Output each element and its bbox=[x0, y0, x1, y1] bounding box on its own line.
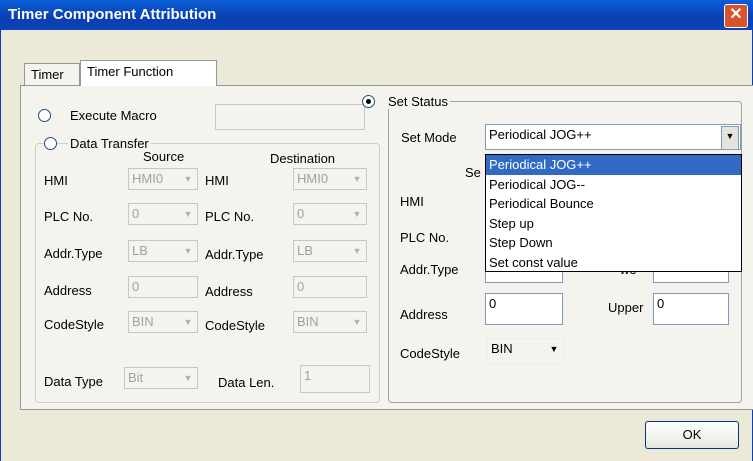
status-addr-type-label: Addr.Type bbox=[400, 262, 459, 277]
chevron-down-icon: ▼ bbox=[183, 174, 193, 184]
set-status-radio[interactable] bbox=[362, 95, 375, 108]
chevron-down-icon: ▼ bbox=[183, 246, 193, 256]
chevron-down-icon: ▼ bbox=[352, 246, 362, 256]
source-addr-type-label: Addr.Type bbox=[44, 246, 103, 261]
status-address-input[interactable]: 0 bbox=[485, 293, 563, 325]
status-address-value: 0 bbox=[489, 296, 497, 311]
source-hmi-select[interactable]: HMI0 ▼ bbox=[128, 168, 198, 190]
tab-timer-label: Timer bbox=[31, 67, 64, 82]
source-plc-label: PLC No. bbox=[44, 209, 94, 224]
tab-timer-function[interactable]: Timer Function bbox=[80, 60, 217, 86]
upper-value: 0 bbox=[657, 296, 665, 311]
chevron-down-icon: ▼ bbox=[721, 126, 739, 150]
dropdown-option[interactable]: Periodical Bounce bbox=[486, 194, 741, 214]
chevron-down-icon: ▼ bbox=[183, 209, 193, 219]
se-label: Se bbox=[465, 165, 481, 180]
tab-timer-function-label: Timer Function bbox=[87, 64, 174, 79]
destination-addr-type-label: Addr.Type bbox=[205, 247, 264, 262]
chevron-down-icon: ▼ bbox=[352, 317, 362, 327]
dropdown-option[interactable]: Periodical JOG-- bbox=[486, 175, 741, 195]
source-codestyle-value: BIN bbox=[132, 314, 154, 329]
set-mode-select[interactable]: Periodical JOG++ ▼ bbox=[485, 124, 741, 150]
status-codestyle-select[interactable]: BIN ▼ bbox=[487, 338, 564, 364]
close-button[interactable]: ✕ bbox=[724, 4, 748, 28]
status-address-label: Address bbox=[400, 307, 448, 322]
destination-codestyle-select[interactable]: BIN ▼ bbox=[293, 311, 367, 333]
data-len-value: 1 bbox=[304, 368, 312, 383]
dropdown-option[interactable]: Set const value bbox=[486, 253, 741, 273]
destination-address-value: 0 bbox=[297, 279, 305, 294]
destination-plc-label: PLC No. bbox=[205, 209, 255, 224]
set-mode-label: Set Mode bbox=[401, 130, 457, 145]
ok-button[interactable]: OK bbox=[645, 421, 739, 449]
destination-header: Destination bbox=[270, 151, 336, 166]
close-icon: ✕ bbox=[729, 6, 743, 23]
source-address-input[interactable]: 0 bbox=[128, 276, 198, 298]
source-header: Source bbox=[143, 149, 185, 164]
destination-hmi-label: HMI bbox=[205, 173, 229, 188]
ok-button-label: OK bbox=[682, 427, 702, 442]
data-type-select[interactable]: Bit ▼ bbox=[124, 367, 198, 389]
tab-timer[interactable]: Timer bbox=[24, 63, 80, 85]
source-address-label: Address bbox=[44, 283, 92, 298]
execute-macro-label: Execute Macro bbox=[70, 108, 157, 123]
data-type-value: Bit bbox=[128, 370, 144, 385]
source-codestyle-select[interactable]: BIN ▼ bbox=[128, 311, 198, 333]
chevron-down-icon: ▼ bbox=[183, 373, 193, 383]
destination-hmi-value: HMI0 bbox=[297, 171, 329, 186]
data-len-input[interactable]: 1 bbox=[300, 365, 370, 393]
dropdown-option[interactable]: Step up bbox=[486, 214, 741, 234]
chevron-down-icon: ▼ bbox=[352, 209, 362, 219]
source-addr-type-value: LB bbox=[132, 243, 148, 258]
status-hmi-label: HMI bbox=[400, 194, 424, 209]
execute-macro-radio[interactable] bbox=[38, 109, 51, 122]
destination-hmi-select[interactable]: HMI0 ▼ bbox=[293, 168, 367, 190]
set-mode-dropdown-list: Periodical JOG++ Periodical JOG-- Period… bbox=[485, 154, 742, 272]
status-codestyle-label: CodeStyle bbox=[400, 346, 460, 361]
destination-addr-type-select[interactable]: LB ▼ bbox=[293, 240, 367, 262]
chevron-down-icon: ▼ bbox=[352, 174, 362, 184]
source-codestyle-label: CodeStyle bbox=[44, 317, 104, 332]
data-transfer-label: Data Transfer bbox=[68, 136, 151, 151]
dropdown-option[interactable]: Step Down bbox=[486, 233, 741, 253]
source-plc-value: 0 bbox=[132, 206, 140, 221]
source-addr-type-select[interactable]: LB ▼ bbox=[128, 240, 198, 262]
destination-plc-value: 0 bbox=[297, 206, 305, 221]
destination-address-label: Address bbox=[205, 284, 253, 299]
data-len-label: Data Len. bbox=[218, 375, 275, 390]
destination-address-input[interactable]: 0 bbox=[293, 276, 367, 298]
destination-codestyle-value: BIN bbox=[297, 314, 319, 329]
status-codestyle-value: BIN bbox=[491, 341, 513, 356]
source-plc-select[interactable]: 0 ▼ bbox=[128, 203, 198, 225]
upper-input[interactable]: 0 bbox=[653, 293, 729, 325]
destination-addr-type-value: LB bbox=[297, 243, 313, 258]
destination-plc-select[interactable]: 0 ▼ bbox=[293, 203, 367, 225]
data-transfer-radio[interactable] bbox=[44, 137, 57, 150]
source-address-value: 0 bbox=[132, 279, 140, 294]
dropdown-option[interactable]: Periodical JOG++ bbox=[486, 155, 741, 175]
status-plc-label: PLC No. bbox=[400, 230, 450, 245]
chevron-down-icon: ▼ bbox=[549, 344, 559, 354]
set-status-label: Set Status bbox=[386, 94, 450, 109]
destination-codestyle-label: CodeStyle bbox=[205, 318, 265, 333]
window-title: Timer Component Attribution bbox=[8, 6, 217, 23]
upper-label: Upper bbox=[608, 300, 644, 315]
chevron-down-icon: ▼ bbox=[183, 317, 193, 327]
set-mode-value: Periodical JOG++ bbox=[489, 127, 592, 142]
macro-select[interactable] bbox=[215, 104, 365, 130]
source-hmi-label: HMI bbox=[44, 173, 68, 188]
source-hmi-value: HMI0 bbox=[132, 171, 164, 186]
data-type-label: Data Type bbox=[44, 374, 104, 389]
